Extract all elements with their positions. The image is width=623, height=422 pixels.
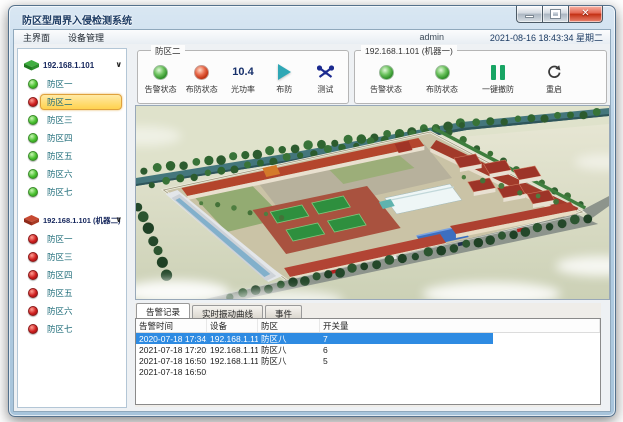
arm-button[interactable]: 布防 bbox=[264, 64, 305, 95]
main-panel: 防区二 告警状态 布防状态 10.4 光功率 bbox=[135, 48, 607, 408]
column-header-device[interactable]: 设备 bbox=[207, 319, 258, 332]
status-led-icon bbox=[28, 306, 38, 316]
restart-button[interactable]: 重启 bbox=[531, 64, 577, 95]
content-area: 192.168.1.101 ∨ 防区一 防区二 防区三 防区四 防区五 防区六 … bbox=[13, 44, 611, 412]
maximize-button[interactable] bbox=[543, 6, 568, 23]
menu-item-device-mgmt[interactable]: 设备管理 bbox=[59, 31, 113, 44]
status-led-icon bbox=[28, 324, 38, 334]
device-node-label: 192.168.1.101 (机器二) bbox=[43, 215, 121, 226]
zone-control-groupbox: 防区二 告警状态 布防状态 10.4 光功率 bbox=[137, 50, 349, 104]
close-button[interactable]: ✕ bbox=[568, 6, 603, 23]
minimize-button[interactable] bbox=[516, 6, 543, 23]
tab-vibration-curve[interactable]: 实时振动曲线 bbox=[192, 305, 263, 318]
logged-in-user: admin bbox=[419, 32, 444, 42]
alarm-status-led-icon bbox=[153, 65, 168, 80]
sidebar-item-zone6[interactable]: 防区六 bbox=[18, 165, 126, 183]
status-led-icon bbox=[28, 252, 38, 262]
toolbar: 防区二 告警状态 布防状态 10.4 光功率 bbox=[135, 50, 607, 104]
groupbox-title: 防区二 bbox=[151, 45, 185, 57]
groupbox-title: 192.168.1.101 (机器一) bbox=[361, 45, 457, 57]
sidebar-item-m2-zone4[interactable]: 防区四 bbox=[18, 266, 126, 284]
optical-power-value: 10.4 bbox=[232, 66, 253, 78]
status-led-icon bbox=[28, 169, 38, 179]
window-controls: ✕ bbox=[516, 6, 603, 23]
site-map bbox=[135, 105, 610, 300]
table-row[interactable]: 2021-07-18 17:20:30 192.168.1.115 防区八 6 bbox=[136, 344, 600, 355]
table-row[interactable]: 2020-07-18 17:34:45 192.168.1.115 防区八 7 bbox=[136, 333, 493, 344]
arm-status-indicator: 布防状态 bbox=[181, 64, 222, 95]
status-led-icon bbox=[28, 187, 38, 197]
close-icon: ✕ bbox=[569, 8, 602, 19]
sidebar-item-m2-zone5[interactable]: 防区五 bbox=[18, 284, 126, 302]
sidebar-item-m2-zone3[interactable]: 防区三 bbox=[18, 248, 126, 266]
status-led-icon bbox=[28, 234, 38, 244]
status-led-icon bbox=[28, 133, 38, 143]
alarm-status-indicator: 告警状态 bbox=[140, 64, 181, 95]
device-tree-panel: 192.168.1.101 ∨ 防区一 防区二 防区三 防区四 防区五 防区六 … bbox=[17, 48, 127, 408]
test-icon bbox=[317, 65, 334, 80]
status-led-icon bbox=[28, 288, 38, 298]
status-led-icon bbox=[28, 270, 38, 280]
table-row[interactable]: 2021-07-18 16:50:45 bbox=[136, 366, 600, 377]
column-header-time[interactable]: 告警时间 bbox=[136, 319, 207, 332]
sidebar-item-m2-zone1[interactable]: 防区一 bbox=[18, 230, 126, 248]
status-led-icon bbox=[28, 79, 38, 89]
restart-icon bbox=[546, 64, 562, 80]
arm-play-icon bbox=[278, 64, 291, 80]
sidebar-item-zone4[interactable]: 防区四 bbox=[18, 129, 126, 147]
column-header-value[interactable]: 开关量 bbox=[320, 319, 600, 332]
tab-events[interactable]: 事件 bbox=[265, 305, 302, 318]
alarm-status-indicator: 告警状态 bbox=[363, 64, 409, 95]
status-led-icon bbox=[28, 97, 38, 107]
maximize-icon bbox=[551, 10, 560, 18]
tab-alarm-records[interactable]: 告警记录 bbox=[136, 303, 190, 318]
device-node-1[interactable]: 192.168.1.101 ∨ bbox=[18, 55, 126, 75]
alarm-table: 告警时间 设备 防区 开关量 2020-07-18 17:34:45 192.1… bbox=[135, 318, 601, 405]
device-red-icon bbox=[24, 215, 39, 226]
chevron-down-icon: ∨ bbox=[116, 60, 123, 69]
column-header-zone[interactable]: 防区 bbox=[258, 319, 320, 332]
sidebar-item-zone3[interactable]: 防区三 bbox=[18, 111, 126, 129]
device-control-groupbox: 192.168.1.101 (机器一) 告警状态 布防状态 一键撤防 bbox=[354, 50, 607, 104]
app-window: 防区型周界入侵检测系统 ✕ 主界面 设备管理 admin 2021-08-16 … bbox=[8, 5, 616, 417]
menu-bar: 主界面 设备管理 admin 2021-08-16 18:43:34 星期二 bbox=[13, 29, 611, 45]
minimize-icon bbox=[525, 15, 534, 18]
table-row[interactable]: 2021-07-18 16:50:45 192.168.1.115 防区八 5 bbox=[136, 355, 600, 366]
sidebar-item-m2-zone6[interactable]: 防区六 bbox=[18, 302, 126, 320]
arm-status-indicator: 布防状态 bbox=[419, 64, 465, 95]
device-node-label: 192.168.1.101 bbox=[43, 61, 94, 70]
status-led-icon bbox=[28, 151, 38, 161]
datetime-display: 2021-08-16 18:43:34 星期二 bbox=[490, 31, 603, 44]
optical-power-readout: 10.4 光功率 bbox=[222, 64, 263, 95]
sidebar-item-zone2-selected[interactable]: 防区二 bbox=[18, 93, 126, 111]
tab-bar: 告警记录 实时振动曲线 事件 bbox=[135, 303, 601, 318]
alarm-status-led-icon bbox=[379, 65, 394, 80]
device-green-icon bbox=[24, 60, 39, 71]
table-header: 告警时间 设备 防区 开关量 bbox=[136, 319, 600, 333]
menu-item-main[interactable]: 主界面 bbox=[14, 31, 59, 44]
arm-status-led-icon bbox=[194, 65, 209, 80]
sidebar-item-zone7[interactable]: 防区七 bbox=[18, 183, 126, 201]
sidebar-item-m2-zone7[interactable]: 防区七 bbox=[18, 320, 126, 338]
sidebar-item-zone5[interactable]: 防区五 bbox=[18, 147, 126, 165]
bottom-panel: 告警记录 实时振动曲线 事件 告警时间 设备 防区 开关量 2020-07-18… bbox=[135, 303, 601, 407]
chevron-down-icon: ∨ bbox=[116, 215, 123, 224]
status-led-icon bbox=[28, 115, 38, 125]
site-map-svg bbox=[136, 106, 609, 299]
arm-status-led-icon bbox=[435, 65, 450, 80]
window-title: 防区型周界入侵检测系统 bbox=[22, 12, 132, 27]
title-bar[interactable]: 防区型周界入侵检测系统 ✕ bbox=[9, 6, 615, 29]
disarm-all-button[interactable]: 一键撤防 bbox=[475, 64, 521, 95]
test-button[interactable]: 测试 bbox=[305, 64, 346, 95]
device-node-2[interactable]: 192.168.1.101 (机器二) ∨ bbox=[18, 210, 126, 230]
disarm-pause-icon bbox=[491, 65, 505, 80]
sidebar-item-zone1[interactable]: 防区一 bbox=[18, 75, 126, 93]
